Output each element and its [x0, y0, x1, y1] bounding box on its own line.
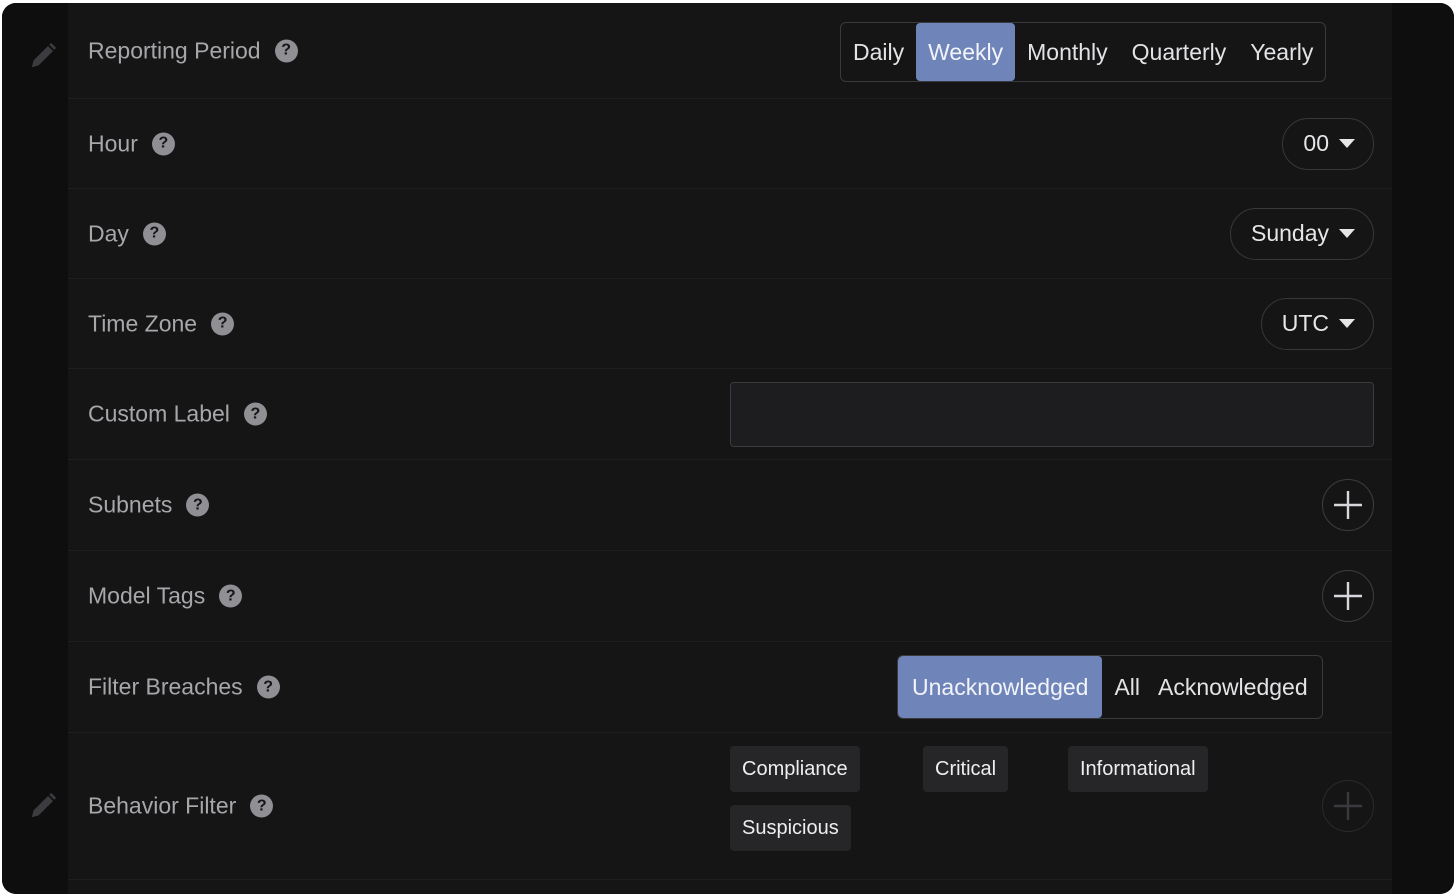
settings-window: Reporting Period ? Daily Weekly Monthly …	[2, 3, 1454, 894]
model-tags-row: Model Tags ?	[68, 551, 1392, 642]
settings-panel: Reporting Period ? Daily Weekly Monthly …	[68, 3, 1392, 894]
period-option-weekly[interactable]: Weekly	[916, 23, 1016, 81]
plus-icon	[1334, 491, 1362, 519]
filter-option-acknowledged[interactable]: Acknowledged	[1152, 656, 1322, 718]
subnets-row: Subnets ?	[68, 460, 1392, 551]
left-gutter	[2, 3, 68, 894]
plus-icon	[1334, 792, 1362, 820]
time-zone-dropdown[interactable]: UTC	[1260, 297, 1374, 350]
pencil-icon[interactable]	[28, 41, 58, 71]
reporting-period-row: Reporting Period ? Daily Weekly Monthly …	[68, 3, 1392, 99]
help-icon[interactable]: ?	[211, 312, 235, 335]
behavior-tag-critical[interactable]: Critical	[923, 746, 1009, 792]
reporting-period-segmented-control: Daily Weekly Monthly Quarterly Yearly	[840, 22, 1327, 82]
behavior-tag-suspicious[interactable]: Suspicious	[730, 805, 851, 851]
hour-dropdown[interactable]: 00	[1282, 117, 1374, 170]
help-icon[interactable]: ?	[186, 493, 210, 517]
help-icon[interactable]: ?	[142, 222, 166, 245]
period-option-monthly[interactable]: Monthly	[1015, 23, 1120, 81]
day-row: Day ? Sunday	[68, 189, 1392, 279]
period-option-quarterly[interactable]: Quarterly	[1120, 23, 1239, 81]
filter-breaches-row: Filter Breaches ? Unacknowledged All Ack…	[68, 642, 1392, 733]
period-option-daily[interactable]: Daily	[841, 23, 916, 81]
help-icon[interactable]: ?	[274, 39, 298, 62]
period-option-yearly[interactable]: Yearly	[1238, 23, 1325, 81]
custom-label-label: Custom Label ?	[88, 401, 267, 428]
filter-breaches-label: Filter Breaches ?	[88, 674, 280, 701]
behavior-filter-label: Behavior Filter ?	[88, 793, 274, 820]
hour-label: Hour ?	[88, 130, 175, 157]
caret-down-icon	[1339, 139, 1355, 148]
caret-down-icon	[1339, 229, 1355, 238]
help-icon[interactable]: ?	[250, 794, 274, 818]
reporting-period-label: Reporting Period ?	[88, 37, 298, 64]
add-model-tag-button[interactable]	[1322, 570, 1374, 622]
behavior-tag-compliance[interactable]: Compliance	[730, 746, 860, 792]
custom-label-input[interactable]	[730, 382, 1374, 447]
caret-down-icon	[1339, 319, 1355, 328]
help-icon[interactable]: ?	[151, 132, 175, 155]
filter-breaches-segmented-control: Unacknowledged All Acknowledged	[897, 655, 1323, 719]
help-icon[interactable]: ?	[256, 675, 280, 699]
add-behavior-filter-button[interactable]	[1322, 780, 1374, 832]
behavior-tag-informational[interactable]: Informational	[1068, 746, 1208, 792]
filter-option-all[interactable]: All	[1102, 656, 1152, 718]
model-tags-label: Model Tags ?	[88, 583, 243, 610]
plus-icon	[1334, 582, 1362, 610]
pencil-icon[interactable]	[28, 791, 58, 821]
help-icon[interactable]: ?	[219, 584, 243, 608]
help-icon[interactable]: ?	[243, 402, 267, 426]
day-label: Day ?	[88, 220, 166, 247]
add-subnet-button[interactable]	[1322, 479, 1374, 531]
subnets-label: Subnets ?	[88, 492, 210, 519]
custom-label-row: Custom Label ?	[68, 369, 1392, 460]
right-gutter	[1392, 3, 1454, 894]
behavior-filter-row: Behavior Filter ? Compliance Critical In…	[68, 733, 1392, 880]
day-dropdown[interactable]: Sunday	[1229, 207, 1374, 260]
time-zone-row: Time Zone ? UTC	[68, 279, 1392, 369]
filter-option-unacknowledged[interactable]: Unacknowledged	[898, 656, 1103, 718]
time-zone-label: Time Zone ?	[88, 310, 235, 337]
hour-row: Hour ? 00	[68, 99, 1392, 189]
